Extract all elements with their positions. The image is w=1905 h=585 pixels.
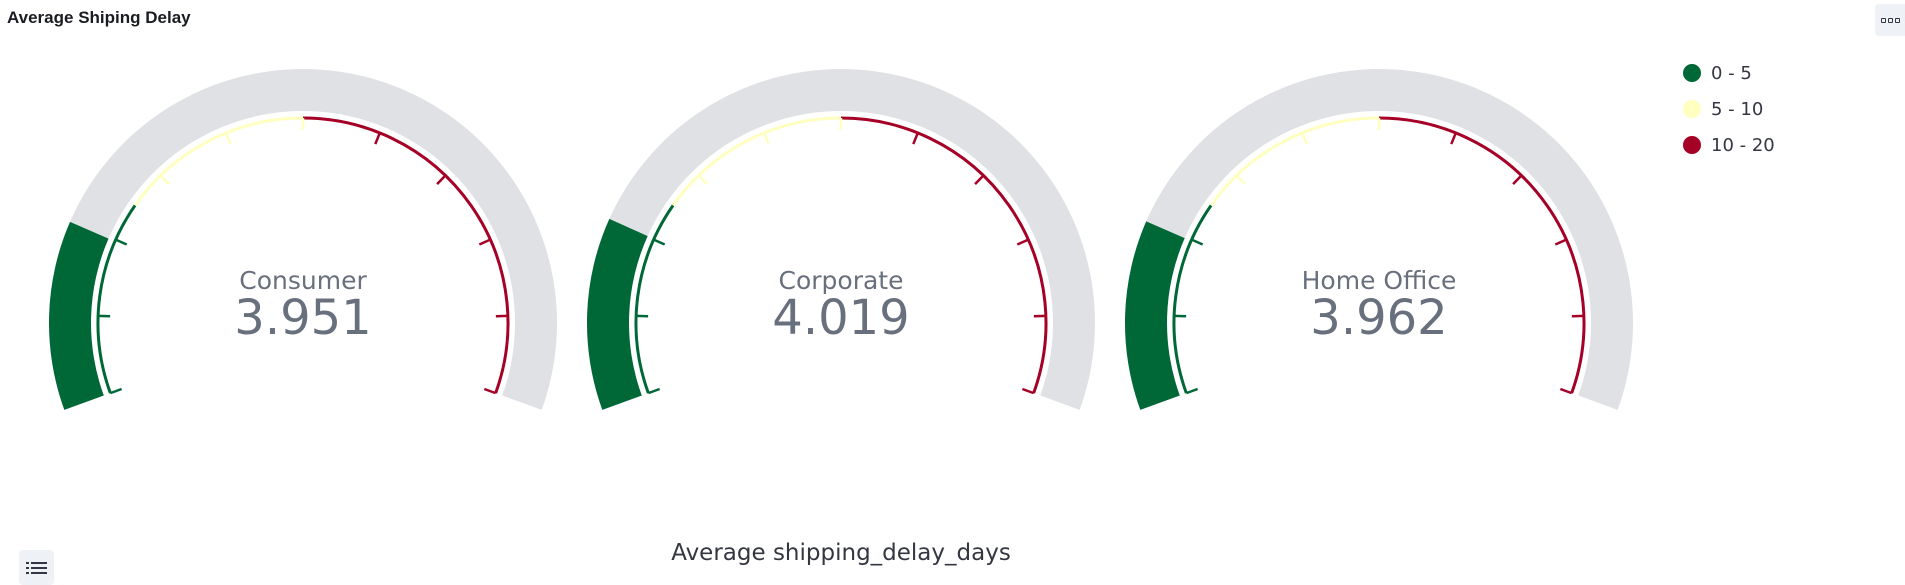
gauge-tick [1185, 387, 1199, 395]
legend-label: 10 - 20 [1711, 134, 1775, 156]
gauge-tick [478, 238, 491, 246]
gauge-tick [653, 238, 666, 246]
gauge-value: 3.962 [1310, 290, 1447, 346]
x-axis-label: Average shipping_delay_days [671, 540, 1011, 566]
gauge-value: 4.019 [772, 290, 909, 346]
gauge-tick [1559, 387, 1573, 395]
legend-swatch [1683, 136, 1701, 154]
list-icon-line [26, 566, 47, 569]
gauge-chart: Consumer3.951Corporate4.019Home Office3.… [48, 68, 1633, 410]
gauge-tick [763, 132, 770, 145]
gauge-tick [483, 387, 497, 395]
gauge-tick [974, 174, 985, 186]
gauge-value-fill [587, 218, 648, 410]
legend-swatch [1683, 100, 1701, 118]
gauge-tick [1554, 238, 1567, 246]
gauge-tick [1301, 132, 1308, 145]
legend-item[interactable]: 0 - 5 [1683, 55, 1775, 91]
gauge-tick [115, 238, 128, 246]
gauge-tick [374, 132, 381, 145]
legend: 0 - 5 5 - 10 10 - 20 [1683, 55, 1775, 163]
legend-label: 5 - 10 [1711, 98, 1764, 120]
gauge-tick [1021, 387, 1035, 395]
gauge-tick [109, 387, 123, 395]
gauge-tick [159, 174, 170, 186]
gauge-value: 3.951 [234, 290, 371, 346]
gauge-tick [1016, 238, 1029, 246]
gauge-tick [1450, 132, 1457, 145]
legend-swatch [1683, 64, 1701, 82]
gauge-tick [1512, 174, 1523, 186]
gauge-tick [1191, 238, 1204, 246]
legend-item[interactable]: 10 - 20 [1683, 127, 1775, 163]
list-icon-line [26, 571, 47, 574]
gauge-tick [912, 132, 919, 145]
legend-label: 0 - 5 [1711, 62, 1752, 84]
gauge-tick [436, 174, 447, 186]
gauge-tick [225, 132, 232, 145]
legend-item[interactable]: 5 - 10 [1683, 91, 1775, 127]
gauge-tick [1235, 174, 1246, 186]
gauge-tick [647, 387, 661, 395]
legend-toggle-button[interactable] [19, 550, 54, 585]
gauge-tick [697, 174, 708, 186]
list-icon [26, 561, 47, 564]
